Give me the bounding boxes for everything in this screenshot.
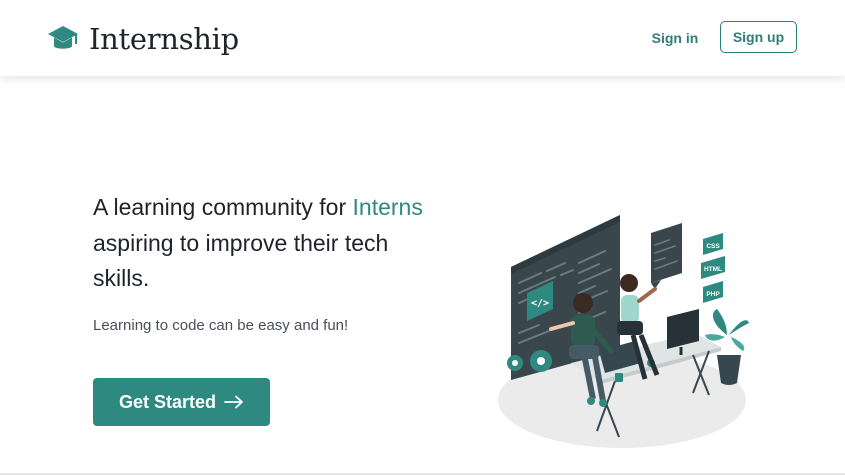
hero-subtitle: Learning to code can be easy and fun!: [93, 317, 349, 334]
html-tag: HTML: [701, 256, 725, 279]
brand-name: Internship: [89, 21, 239, 56]
hero-heading-accent: Interns: [352, 194, 423, 220]
brand-logo-link[interactable]: Internship: [47, 20, 239, 58]
sign-in-link[interactable]: Sign in: [641, 27, 709, 49]
hero-heading-text: A learning community for: [93, 194, 353, 220]
php-tag: PHP: [703, 281, 723, 303]
get-started-button[interactable]: Get Started: [93, 378, 270, 426]
php-tag-text: PHP: [706, 291, 720, 298]
css-tag-text: CSS: [706, 243, 720, 250]
graduation-cap-icon: [48, 26, 78, 49]
code-badge-text: </>: [531, 298, 549, 309]
hero-heading-text-end: aspiring to improve their tech skills.: [93, 229, 389, 292]
css-tag: CSS: [703, 233, 723, 255]
get-started-label: Get Started: [118, 391, 217, 412]
sign-up-button[interactable]: Sign up: [720, 21, 797, 53]
html-tag-text: HTML: [704, 266, 722, 273]
hero-heading: A learning community for Interns aspirin…: [93, 190, 423, 297]
arrow-right-icon: [224, 395, 243, 409]
navbar: Internship Sign in Sign up: [0, 0, 845, 76]
developers-illustration: </> CSS HTML PHP: [498, 215, 749, 448]
